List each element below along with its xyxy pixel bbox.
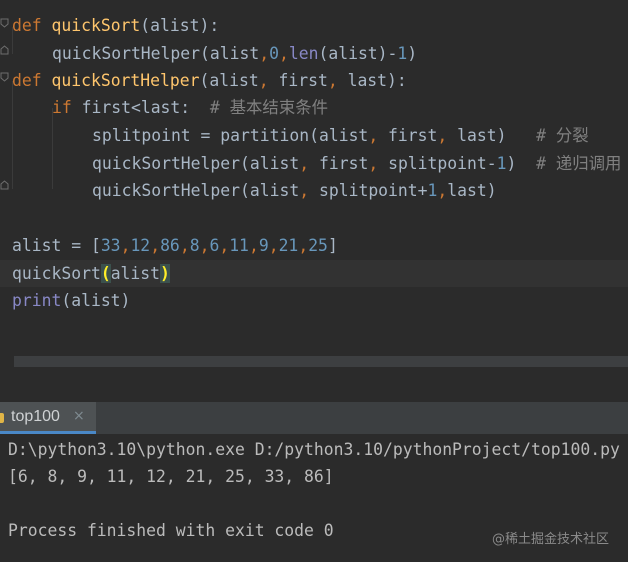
comma: , xyxy=(299,181,310,200)
list-literal: 33,12,86,8,6,11,9,21,25 xyxy=(101,236,328,255)
number-literal: 11 xyxy=(229,236,249,255)
number-literal: 1 xyxy=(496,154,507,173)
comma: , xyxy=(219,236,230,255)
number-literal: 6 xyxy=(209,236,220,255)
comma: , xyxy=(179,236,190,255)
code-text: first xyxy=(309,154,369,173)
keyword-def: def xyxy=(12,71,42,90)
comma: , xyxy=(368,126,379,145)
code-text: last): xyxy=(337,71,407,90)
code-text: quickSort xyxy=(12,264,101,283)
code-text: splitpoint = partition(alist xyxy=(92,126,369,145)
keyword-if: if xyxy=(52,98,72,117)
console-exit-line: Process finished with exit code 0 xyxy=(8,521,334,540)
code-editor[interactable]: def quickSort(alist): quickSortHelper(al… xyxy=(0,0,628,370)
python-run-icon xyxy=(0,413,4,423)
number-literal: 12 xyxy=(130,236,151,255)
code-text: ) xyxy=(506,154,537,173)
keyword-def: def xyxy=(12,16,42,35)
code-comment: # 基本结束条件 xyxy=(209,98,328,117)
comma: , xyxy=(299,154,310,173)
watermark: @稀土掘金技术社区 xyxy=(492,532,610,547)
code-text: alist xyxy=(110,264,161,283)
horizontal-scrollbar[interactable] xyxy=(14,356,628,367)
code-text: quickSortHelper(alist xyxy=(52,44,260,63)
code-text: alist = [ xyxy=(12,236,101,255)
number-literal: 9 xyxy=(258,236,269,255)
code-comment: # 递归调用 xyxy=(536,154,622,173)
code-line-10-current[interactable]: quickSort(alist) xyxy=(0,260,628,287)
code-line-9[interactable]: alist = [33,12,86,8,6,11,9,21,25] xyxy=(0,232,628,259)
run-tool-window-tabs: top100 × xyxy=(0,402,628,434)
comma: , xyxy=(437,181,448,200)
comma: , xyxy=(437,126,448,145)
code-text: (alist xyxy=(199,71,259,90)
code-line-3[interactable]: def quickSortHelper(alist, first, last): xyxy=(0,67,628,94)
code-text: last) xyxy=(447,126,537,145)
comma: , xyxy=(298,236,309,255)
run-tab-top100[interactable]: top100 × xyxy=(0,402,96,434)
number-literal: 8 xyxy=(189,236,200,255)
comma: , xyxy=(258,71,269,90)
code-text: first<last: xyxy=(71,98,210,117)
comma: , xyxy=(259,44,270,63)
close-icon[interactable]: × xyxy=(73,408,85,424)
code-text: ) xyxy=(407,44,418,63)
builtin-print: print xyxy=(12,291,62,310)
builtin-len: len xyxy=(288,44,319,63)
number-literal: 25 xyxy=(308,236,328,255)
code-line-1[interactable]: def quickSort(alist): xyxy=(0,12,628,39)
code-line-7[interactable]: quickSortHelper(alist, splitpoint+1,last… xyxy=(0,177,628,204)
comma: , xyxy=(368,154,379,173)
code-text: (alist) xyxy=(61,291,131,310)
comma: , xyxy=(268,236,279,255)
function-name: quickSort xyxy=(51,16,141,35)
code-text: quickSortHelper(alist xyxy=(92,181,300,200)
code-text: first xyxy=(268,71,328,90)
number-literal: 86 xyxy=(160,236,180,255)
code-text: ] xyxy=(327,236,338,255)
comma: , xyxy=(327,71,338,90)
code-text: first xyxy=(378,126,438,145)
code-text: splitpoint+ xyxy=(309,181,428,200)
number-literal: 1 xyxy=(397,44,408,63)
code-line-5[interactable]: splitpoint = partition(alist, first, las… xyxy=(0,122,628,149)
number-literal: 21 xyxy=(278,236,299,255)
number-literal: 1 xyxy=(427,181,438,200)
code-comment: # 分裂 xyxy=(536,126,589,145)
panel-gap xyxy=(0,370,628,402)
number-literal: 0 xyxy=(269,44,279,63)
function-name: quickSortHelper xyxy=(51,71,200,90)
code-text: (alist): xyxy=(140,16,220,35)
comma: , xyxy=(278,44,289,63)
code-text: last) xyxy=(447,181,497,200)
run-tab-label: top100 xyxy=(11,408,60,425)
comma: , xyxy=(150,236,161,255)
comma: , xyxy=(248,236,259,255)
console-output-line: [6, 8, 9, 11, 12, 21, 25, 33, 86] xyxy=(8,467,334,486)
comma: , xyxy=(120,236,131,255)
number-literal: 33 xyxy=(100,236,121,255)
code-line-2[interactable]: quickSortHelper(alist,0,len(alist)-1) xyxy=(0,40,628,67)
code-text: (alist)- xyxy=(318,44,398,63)
code-text: quickSortHelper(alist xyxy=(92,154,300,173)
matched-paren: ( xyxy=(100,264,111,283)
code-line-4[interactable]: if first<last: # 基本结束条件 xyxy=(0,94,628,121)
matched-paren: ) xyxy=(160,264,170,283)
code-line-6[interactable]: quickSortHelper(alist, first, splitpoint… xyxy=(0,150,628,177)
code-text: splitpoint- xyxy=(378,154,497,173)
code-line-11[interactable]: print(alist) xyxy=(0,287,628,314)
console-command-line: D:\python3.10\python.exe D:/python3.10/p… xyxy=(8,440,620,459)
comma: , xyxy=(199,236,210,255)
